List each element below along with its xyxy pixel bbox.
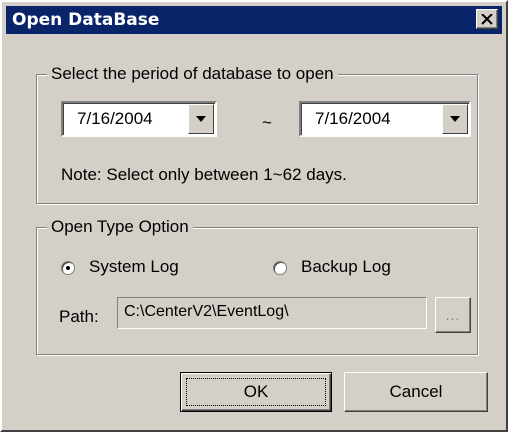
end-date-value: 7/16/2004 bbox=[315, 109, 391, 128]
close-icon bbox=[481, 13, 493, 25]
path-field[interactable]: C:\CenterV2\EventLog\ bbox=[117, 297, 427, 329]
backup-log-radio[interactable] bbox=[273, 261, 287, 275]
date-range-separator: ~ bbox=[262, 113, 272, 132]
start-date-combo[interactable]: 7/16/2004 bbox=[61, 101, 217, 137]
cancel-button-label: Cancel bbox=[389, 382, 443, 401]
open-type-group: Open Type Option System Log Backup Log P… bbox=[36, 217, 478, 355]
path-label: Path: bbox=[59, 307, 99, 326]
end-date-combo[interactable]: 7/16/2004 bbox=[299, 101, 471, 137]
window-title: Open DataBase bbox=[12, 10, 160, 30]
open-database-dialog: Open DataBase Select the period of datab… bbox=[0, 0, 508, 432]
path-value: C:\CenterV2\EventLog\ bbox=[124, 303, 289, 320]
radio-selected-dot bbox=[66, 266, 70, 270]
browse-button-label: ... bbox=[445, 307, 461, 323]
close-button[interactable] bbox=[476, 9, 498, 29]
backup-log-label[interactable]: Backup Log bbox=[301, 257, 391, 277]
period-group-label: Select the period of database to open bbox=[47, 64, 338, 84]
period-group: Select the period of database to open 7/… bbox=[36, 64, 478, 204]
end-date-dropdown-button[interactable] bbox=[442, 104, 468, 134]
start-date-value: 7/16/2004 bbox=[77, 109, 153, 128]
start-date-dropdown-button[interactable] bbox=[188, 104, 214, 134]
open-type-group-label: Open Type Option bbox=[47, 217, 193, 237]
period-note: Note: Select only between 1~62 days. bbox=[61, 165, 347, 184]
title-bar[interactable]: Open DataBase bbox=[6, 6, 502, 34]
ok-button[interactable]: OK bbox=[180, 372, 332, 412]
browse-button[interactable]: ... bbox=[435, 297, 471, 333]
system-log-radio[interactable] bbox=[61, 261, 75, 275]
chevron-down-icon bbox=[450, 116, 460, 122]
system-log-label[interactable]: System Log bbox=[89, 257, 179, 277]
ok-button-label: OK bbox=[243, 382, 269, 401]
chevron-down-icon bbox=[196, 116, 206, 122]
cancel-button[interactable]: Cancel bbox=[344, 372, 488, 412]
